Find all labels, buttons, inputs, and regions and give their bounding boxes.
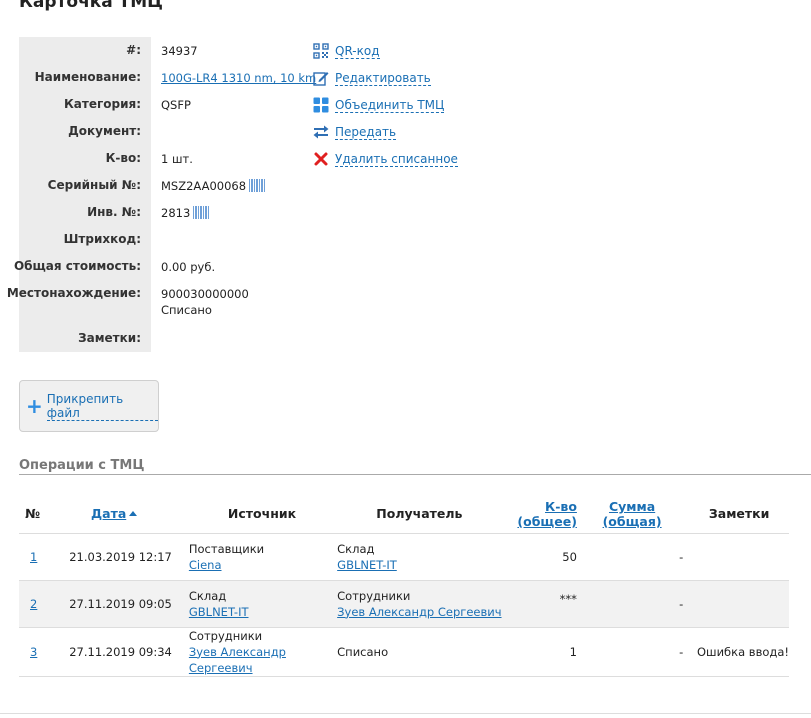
transfer-label: Передать — [335, 124, 397, 140]
operation-qty: 50 — [501, 532, 581, 580]
table-row: 3 27.11.2019 09:34 Сотрудники Зуев Алекса… — [19, 626, 789, 677]
operation-qty: *** — [501, 579, 581, 627]
operation-number-link[interactable]: 2 — [30, 597, 37, 611]
detail-quantity: К-во: 1 шт. — [19, 145, 319, 172]
merge-items-action[interactable]: Объединить ТМЦ — [313, 94, 445, 116]
operation-sum: - — [580, 579, 690, 627]
detail-value: 900030000000 — [161, 287, 249, 301]
transfer-action[interactable]: Передать — [313, 121, 397, 143]
attach-file-label: Прикрепить файл — [46, 392, 158, 421]
operation-number-link[interactable]: 1 — [30, 550, 37, 564]
detail-id: #: 34937 — [19, 37, 319, 64]
qr-code-action[interactable]: QR-код — [313, 40, 380, 62]
detail-value: MSZ2AA00068 — [161, 179, 247, 193]
detail-value-status: Списано — [161, 303, 212, 317]
detail-label: Общая стоимость: — [13, 259, 141, 273]
detail-label: Наименование: — [34, 70, 141, 84]
detail-value: QSFP — [161, 98, 191, 112]
source-link[interactable]: Ciena — [189, 558, 222, 572]
delete-written-off-action[interactable]: Удалить списанное — [313, 148, 458, 170]
detail-value: 2813 — [161, 206, 191, 220]
operation-sum: - — [580, 532, 690, 580]
header-num: № — [25, 506, 41, 522]
detail-label: Инв. №: — [87, 205, 141, 219]
footer-divider — [0, 713, 811, 714]
header-source: Источник — [227, 506, 297, 522]
detail-location: Местонахождение: 900030000000 Списано — [7, 280, 319, 325]
edit-icon — [313, 72, 329, 86]
source-type: Склад — [188, 588, 227, 603]
table-header-row: № Дата Источник Получатель К-во (общее) … — [19, 495, 789, 533]
source-type: Сотрудники — [188, 628, 263, 643]
detail-document: Документ: — [19, 118, 319, 145]
detail-label: К-во: — [105, 151, 141, 165]
operation-date: 27.11.2019 09:05 — [56, 579, 174, 627]
detail-label: #: — [126, 43, 141, 57]
header-qty: К-во (общее) — [502, 495, 581, 533]
detail-notes: Заметки: — [19, 325, 319, 352]
barcode-icon[interactable] — [193, 206, 210, 219]
detail-category: Категория: QSFP — [19, 91, 319, 118]
sort-qty-link[interactable]: К-во (общее) — [517, 499, 577, 529]
detail-serial: Серийный №: MSZ2AA00068 — [19, 172, 319, 199]
header-sum: Сумма (общая) — [581, 495, 689, 533]
header-date: Дата — [56, 495, 174, 533]
recipient-type: Сотрудники — [337, 588, 411, 603]
source-link[interactable]: GBLNET-IT — [189, 605, 249, 619]
operation-date: 21.03.2019 12:17 — [56, 532, 174, 580]
detail-value: 0.00 руб. — [161, 260, 216, 274]
detail-value: 1 шт. — [161, 152, 193, 166]
header-notes: Заметки — [708, 506, 770, 522]
operation-note — [689, 532, 789, 580]
recipient-type: Склад — [337, 541, 375, 556]
plus-icon: + — [26, 394, 43, 418]
item-details-panel: #: 34937 Наименование: 100G-LR4 1310 nm,… — [7, 37, 319, 352]
delete-written-off-label: Удалить списанное — [335, 151, 458, 167]
page-title: Карточка ТМЦ — [19, 0, 163, 12]
red-cross-icon — [314, 152, 328, 166]
detail-label: Штрихкод: — [63, 232, 141, 246]
sort-sum-link[interactable]: Сумма (общая) — [603, 499, 662, 529]
detail-label: Местонахождение: — [6, 286, 141, 300]
grid-icon — [313, 97, 329, 113]
operation-sum: - — [580, 626, 690, 677]
detail-name: Наименование: 100G-LR4 1310 nm, 10 km — [19, 64, 319, 91]
table-row: 2 27.11.2019 09:05 Склад GBLNET-IT Сотруд… — [19, 579, 789, 627]
qr-code-label: QR-код — [335, 43, 380, 59]
detail-label: Категория: — [63, 97, 141, 111]
source-type: Поставщики — [188, 541, 265, 556]
edit-label: Редактировать — [335, 70, 431, 86]
sort-ascending-icon — [129, 511, 138, 517]
transfer-arrows-icon — [313, 125, 329, 139]
detail-label: Документ: — [68, 124, 141, 138]
operation-date: 27.11.2019 09:34 — [56, 626, 174, 677]
detail-total-cost: Общая стоимость: 0.00 руб. — [14, 253, 319, 280]
detail-value: 34937 — [161, 44, 198, 58]
merge-items-label: Объединить ТМЦ — [335, 97, 445, 113]
source-link[interactable]: Зуев Александр Сергеевич — [189, 645, 286, 675]
recipient-link[interactable]: Зуев Александр Сергеевич — [337, 605, 501, 619]
operations-title: Операции с ТМЦ — [19, 458, 145, 473]
qr-code-icon — [313, 43, 329, 59]
detail-label: Заметки: — [78, 331, 141, 345]
divider — [19, 474, 811, 475]
recipient-type: Списано — [337, 644, 389, 659]
header-recipient: Получатель — [376, 506, 463, 522]
operation-note: Ошибка ввода! — [689, 626, 789, 677]
detail-barcode: Штрихкод: — [19, 226, 319, 253]
barcode-icon[interactable] — [249, 179, 266, 192]
detail-inventory: Инв. №: 2813 — [19, 199, 319, 226]
edit-action[interactable]: Редактировать — [313, 67, 431, 89]
attach-file-button[interactable]: + Прикрепить файл — [19, 380, 159, 432]
sort-date-link[interactable]: Дата — [91, 506, 126, 521]
operation-note — [689, 579, 789, 627]
item-name-link[interactable]: 100G-LR4 1310 nm, 10 km — [161, 71, 316, 85]
detail-label: Серийный №: — [47, 178, 141, 192]
recipient-link[interactable]: GBLNET-IT — [337, 558, 397, 572]
operation-number-link[interactable]: 3 — [30, 645, 37, 659]
table-row: 1 21.03.2019 12:17 Поставщики Ciena Склад… — [19, 532, 789, 580]
operations-table: № Дата Источник Получатель К-во (общее) … — [19, 495, 789, 677]
operation-qty: 1 — [501, 626, 581, 677]
